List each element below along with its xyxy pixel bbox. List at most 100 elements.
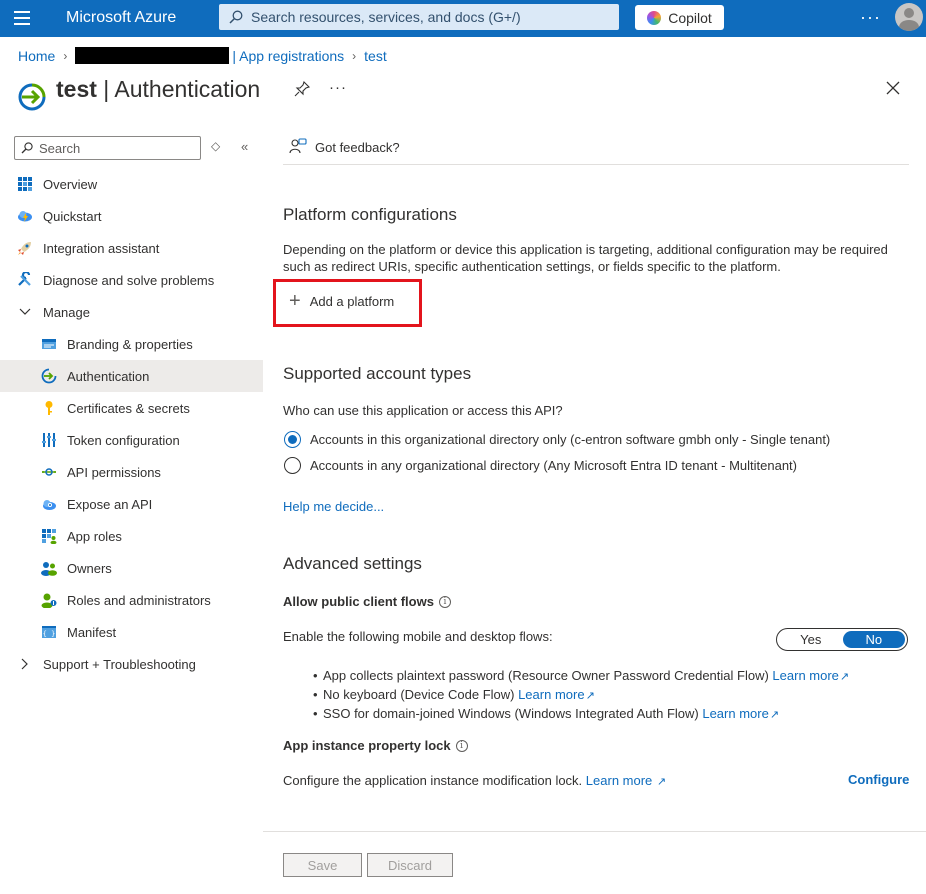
sort-icon[interactable]: ◇	[211, 139, 220, 153]
authentication-icon	[41, 368, 57, 384]
toggle-no[interactable]: No	[842, 631, 905, 648]
sidebar-item-label: App roles	[67, 528, 122, 544]
copilot-button[interactable]: Copilot	[635, 5, 724, 30]
info-icon[interactable]: i	[455, 739, 468, 752]
overview-icon	[18, 177, 32, 191]
platform-description: Depending on the platform or device this…	[283, 242, 888, 274]
flows-list: App collects plaintext password (Resourc…	[313, 667, 849, 724]
breadcrumb-home[interactable]: Home	[18, 48, 55, 64]
help-me-decide-link[interactable]: Help me decide...	[283, 499, 384, 514]
sidebar-item-integration-assistant[interactable]: Integration assistant	[0, 232, 263, 264]
public-client-flows-text: Allow public client flows	[283, 594, 434, 609]
learn-more-link[interactable]: Learn more	[586, 773, 652, 788]
app-roles-icon	[42, 529, 57, 544]
api-permissions-icon	[42, 468, 56, 476]
sidebar-item-branding[interactable]: Branding & properties	[0, 328, 263, 360]
global-search-placeholder: Search resources, services, and docs (G+…	[251, 9, 521, 25]
collapse-sidebar-icon[interactable]: «	[241, 139, 248, 154]
external-link-icon: ↗	[839, 671, 850, 683]
flows-text: Enable the following mobile and desktop …	[283, 629, 553, 644]
chevron-right-icon: ›	[352, 48, 357, 63]
sidebar-item-quickstart[interactable]: Quickstart	[0, 200, 263, 232]
learn-more-link[interactable]: Learn more	[702, 706, 768, 721]
learn-more-link[interactable]: Learn more	[772, 668, 838, 683]
cloud-icon	[43, 500, 56, 510]
discard-button[interactable]: Discard	[367, 853, 453, 877]
copilot-label: Copilot	[668, 9, 712, 26]
configure-link[interactable]: Configure	[848, 772, 909, 787]
chevron-down-icon	[19, 308, 31, 315]
sidebar-item-diagnose[interactable]: Diagnose and solve problems	[0, 264, 263, 296]
external-link-icon: ↗	[656, 776, 667, 788]
sidebar-item-label: Diagnose and solve problems	[43, 272, 215, 288]
avatar[interactable]	[895, 3, 923, 31]
sidebar-search-placeholder: Search	[39, 140, 81, 156]
token-configuration-icon	[42, 433, 56, 447]
add-platform-label: Add a platform	[309, 293, 395, 309]
title-more-icon[interactable]: ···	[329, 79, 347, 96]
info-icon[interactable]: i	[438, 595, 451, 608]
radio-single-tenant[interactable]: Accounts in this organizational director…	[284, 431, 830, 448]
property-lock-text: App instance property lock	[283, 738, 451, 753]
sidebar-item-api-permissions[interactable]: API permissions	[0, 456, 263, 488]
property-lock-label: App instance property lock i	[283, 738, 468, 753]
lock-description: Configure the application instance modif…	[283, 773, 667, 788]
users-icon	[41, 562, 57, 576]
save-button[interactable]: Save	[283, 853, 362, 877]
breadcrumb-app-registrations[interactable]: | App registrations	[232, 48, 344, 64]
sidebar-item-label: Owners	[67, 560, 112, 576]
cloud-lightning-icon	[18, 211, 32, 222]
learn-more-link[interactable]: Learn more	[518, 687, 584, 702]
supported-account-types-heading: Supported account types	[283, 364, 472, 383]
sidebar-item-label: Certificates & secrets	[67, 400, 190, 416]
sidebar-item-manifest[interactable]: { } Manifest	[0, 616, 263, 648]
sidebar-item-certificates[interactable]: Certificates & secrets	[0, 392, 263, 424]
plus-icon: +	[289, 290, 301, 312]
hamburger-menu-icon[interactable]	[14, 11, 30, 25]
user-admin-icon	[41, 593, 57, 608]
sidebar-group-support[interactable]: Support + Troubleshooting	[0, 648, 263, 680]
radio-checked[interactable]	[284, 431, 301, 448]
brand-title[interactable]: Microsoft Azure	[66, 9, 176, 27]
sidebar-item-owners[interactable]: Owners	[0, 552, 263, 584]
top-bar: Microsoft Azure Search resources, servic…	[0, 0, 926, 37]
page-title-app: test	[56, 76, 97, 102]
add-platform-button[interactable]: + Add a platform	[289, 290, 395, 312]
sidebar-item-overview[interactable]: Overview	[0, 168, 263, 200]
radio-multi-tenant[interactable]: Accounts in any organizational directory…	[284, 457, 797, 474]
platform-configurations-heading: Platform configurations	[283, 205, 457, 224]
divider	[283, 164, 909, 165]
authentication-icon	[18, 83, 46, 111]
chevron-right-icon: ›	[63, 48, 68, 63]
feedback-label: Got feedback?	[315, 139, 400, 155]
sidebar-item-label: Authentication	[67, 368, 150, 384]
public-client-flows-label: Allow public client flows i	[283, 594, 451, 609]
page-title-page: Authentication	[114, 76, 261, 102]
pin-icon[interactable]	[294, 81, 310, 97]
feedback-icon	[289, 138, 307, 154]
sidebar-item-token-configuration[interactable]: Token configuration	[0, 424, 263, 456]
branding-icon	[42, 339, 56, 349]
page-title: test | Authentication	[56, 76, 260, 103]
external-link-icon: ↗	[585, 690, 595, 702]
breadcrumb-current[interactable]: test	[364, 48, 387, 64]
sidebar-group-manage[interactable]: Manage	[0, 296, 263, 328]
sidebar-item-label: API permissions	[67, 464, 161, 480]
sidebar-item-expose-api[interactable]: Expose an API	[0, 488, 263, 520]
more-options-icon[interactable]: ···	[860, 7, 881, 28]
sidebar-item-authentication[interactable]: Authentication	[0, 360, 263, 392]
sidebar-search-input[interactable]: Search	[14, 136, 201, 160]
sidebar-item-label: Support + Troubleshooting	[43, 656, 196, 672]
global-search-input[interactable]: Search resources, services, and docs (G+…	[219, 4, 619, 30]
public-client-flows-toggle[interactable]: Yes No	[776, 628, 908, 651]
sidebar-item-label: Quickstart	[43, 208, 102, 224]
manifest-icon: { }	[42, 626, 56, 638]
close-icon[interactable]	[884, 79, 902, 97]
toggle-yes[interactable]: Yes	[779, 632, 843, 647]
sidebar-item-roles-admins[interactable]: Roles and administrators	[0, 584, 263, 616]
feedback-button[interactable]: Got feedback?	[289, 138, 400, 156]
radio-unchecked[interactable]	[284, 457, 301, 474]
sidebar-item-app-roles[interactable]: App roles	[0, 520, 263, 552]
search-icon	[229, 10, 243, 24]
sidebar-item-label: Integration assistant	[43, 240, 160, 256]
